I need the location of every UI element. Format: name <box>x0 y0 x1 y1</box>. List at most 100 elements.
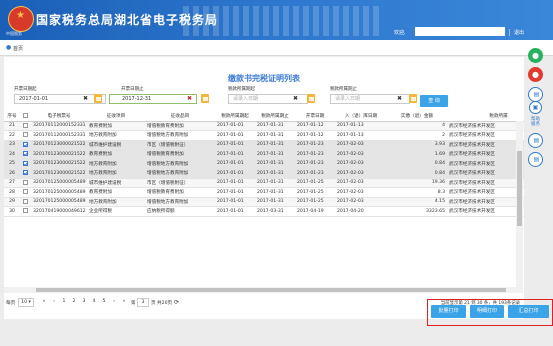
calendar-icon[interactable] <box>201 94 209 103</box>
row-ticket-number: 320170112000152331 <box>31 121 87 131</box>
row-checkbox[interactable] <box>23 132 28 138</box>
vertical-scroll-thumb[interactable] <box>517 151 522 226</box>
site-header: ★ 中国税务 国家税务总局湖北省电子税务局 欢迎, 退出 <box>0 0 553 40</box>
clear-end-date-icon[interactable]: ✖ <box>187 95 192 103</box>
row-number: 26 <box>4 168 20 179</box>
prev-page-button[interactable]: ‹ <box>50 298 58 307</box>
row-number: 28 <box>4 187 20 198</box>
query-button[interactable]: 查 询 <box>420 95 448 107</box>
page-link-3[interactable]: 3 <box>80 298 88 307</box>
breadcrumb-home[interactable]: 首页 <box>13 45 23 52</box>
row-checkbox[interactable] <box>23 151 28 157</box>
row-checkbox[interactable] <box>23 189 28 195</box>
table-row[interactable]: 21 320170112000152331 教育费附加 增值税教育费附加 2017-01… <box>4 121 524 131</box>
clear-tax-start-icon[interactable]: ✖ <box>293 95 298 103</box>
calendar-icon[interactable] <box>409 94 417 103</box>
table-horizontal-scrollbar[interactable] <box>4 287 516 293</box>
row-tax-org: 武汉市经济技术开发区 <box>447 140 524 150</box>
row-checkbox[interactable] <box>23 170 28 176</box>
row-tax-item: 教育费附加 <box>87 121 145 131</box>
location-pin-icon: ● <box>6 44 12 51</box>
row-select[interactable] <box>20 140 31 150</box>
row-tax-subitem: 增值税教育费附加 <box>145 121 215 131</box>
results-table-wrapper: 序号 电子税票号 征收项目 征收品目 税款所属期起 税款所属期止 开票日期 入（… <box>4 111 524 294</box>
row-tax-org: 武汉市经济技术开发区 <box>447 178 524 188</box>
row-checkbox[interactable] <box>23 179 28 185</box>
table-row[interactable]: 22 320170112000152331 地方教育附加 增值税地方教育附加 2017-… <box>4 130 524 141</box>
page-link-1[interactable]: 1 <box>60 298 68 307</box>
row-amount: 2 <box>387 130 447 141</box>
row-select[interactable] <box>20 187 31 198</box>
select-all-checkbox[interactable] <box>23 112 28 118</box>
tax-period-start-placeholder: 请录入日期 <box>233 96 259 102</box>
table-vertical-scrollbar[interactable] <box>516 121 523 293</box>
row-checkbox[interactable] <box>23 198 28 204</box>
col-header-tax-org: 税款所属 <box>447 111 524 122</box>
clear-tax-end-icon[interactable]: ✖ <box>397 95 402 103</box>
emblem-caption: 中国税务 <box>6 31 22 36</box>
horizontal-scroll-thumb[interactable] <box>36 288 506 292</box>
help-service-tab[interactable]: 帮助服务 <box>530 117 541 127</box>
row-checkbox[interactable] <box>23 160 28 166</box>
header-divider <box>509 29 510 36</box>
row-ticket-number: 320170125000005489 <box>31 187 87 198</box>
last-page-button[interactable]: » <box>120 298 128 307</box>
row-stock-date: 2017-01-13 <box>335 121 387 131</box>
wechat-icon[interactable]: ● <box>528 48 543 63</box>
row-checkbox[interactable] <box>23 208 28 214</box>
row-period-end: 2017-01-31 <box>255 197 295 207</box>
row-issue-date: 2017-01-25 <box>295 178 335 188</box>
refresh-icon[interactable]: ⟳ <box>174 299 179 306</box>
row-checkbox[interactable] <box>23 141 28 147</box>
goto-page-input[interactable]: 3 <box>137 298 149 307</box>
end-date-input[interactable]: 2017-12-31 <box>109 94 197 104</box>
first-page-button[interactable]: « <box>40 298 48 307</box>
table-row[interactable]: 23 320170123000021522 城市维护建设税 市区（增值税附征） 2017… <box>4 140 524 150</box>
table-row[interactable]: 29 320170125000005489 地方教育附加 增值税地方教育附加 2017-… <box>4 197 524 207</box>
col-header-no: 序号 <box>4 111 20 122</box>
table-row[interactable]: 30 320170419000049612 企业所得税 应纳税所得额 2017-01-0… <box>4 206 524 217</box>
tax-period-end-placeholder: 请录入日期 <box>335 96 361 102</box>
row-tax-subitem: 市区（增值税附征） <box>145 178 215 188</box>
calendar-icon[interactable] <box>307 94 315 103</box>
service-icon[interactable]: ▤ <box>528 133 543 148</box>
row-amount: 0.84 <box>387 159 447 169</box>
col-header-item: 征收项目 <box>87 111 145 122</box>
row-select[interactable] <box>20 130 31 141</box>
detail-print-button[interactable]: 明细打印 <box>470 305 504 318</box>
row-select[interactable] <box>20 178 31 188</box>
row-period-start: 2017-01-01 <box>215 121 255 131</box>
table-row[interactable]: 27 320170125000005489 城市维护建设税 市区（增值税附征） 2017… <box>4 178 524 188</box>
row-checkbox[interactable] <box>23 122 28 128</box>
start-date-input[interactable]: 2017-01-01 <box>14 94 106 104</box>
row-select[interactable] <box>20 197 31 207</box>
next-page-button[interactable]: › <box>110 298 118 307</box>
table-row[interactable]: 24 320170123000021522 教育费附加 增值税教育费附加 2017-01… <box>4 149 524 160</box>
page-link-5[interactable]: 5 <box>100 298 108 307</box>
col-header-select[interactable] <box>20 111 31 122</box>
clear-start-date-icon[interactable]: ✖ <box>83 95 88 103</box>
row-select[interactable] <box>20 168 31 179</box>
row-tax-org: 武汉市经济技术开发区 <box>447 206 524 217</box>
weibo-icon[interactable]: ● <box>528 67 543 82</box>
page-size-select[interactable]: 10 ▾ <box>18 298 34 307</box>
page-link-2[interactable]: 2 <box>70 298 78 307</box>
row-select[interactable] <box>20 159 31 169</box>
print-icon[interactable]: ▤ <box>528 87 543 102</box>
table-row[interactable]: 28 320170125000005489 教育费附加 增值税教育费附加 2017-01… <box>4 187 524 198</box>
summary-print-button[interactable]: 汇总打印 <box>508 305 549 318</box>
notice-icon[interactable]: ▤ <box>528 152 543 167</box>
col-header-period-end: 税款所属期止 <box>255 111 295 122</box>
batch-print-button[interactable]: 批量打印 <box>431 305 466 318</box>
row-select[interactable] <box>20 206 31 217</box>
table-row[interactable]: 26 320170123000021522 地方教育附加 增值税地方教育附加 2017-… <box>4 168 524 179</box>
row-select[interactable] <box>20 149 31 160</box>
document-icon[interactable]: ▣ <box>529 101 542 114</box>
table-row[interactable]: 25 320170123000021522 地方教育附加 增值税地方教育附加 2017-… <box>4 159 524 169</box>
row-stock-date: 2017-02-03 <box>335 149 387 160</box>
row-select[interactable] <box>20 121 31 131</box>
row-stock-date: 2017-02-03 <box>335 197 387 207</box>
page-link-4[interactable]: 4 <box>90 298 98 307</box>
calendar-icon[interactable] <box>94 94 102 103</box>
logout-link[interactable]: 退出 <box>514 29 524 36</box>
